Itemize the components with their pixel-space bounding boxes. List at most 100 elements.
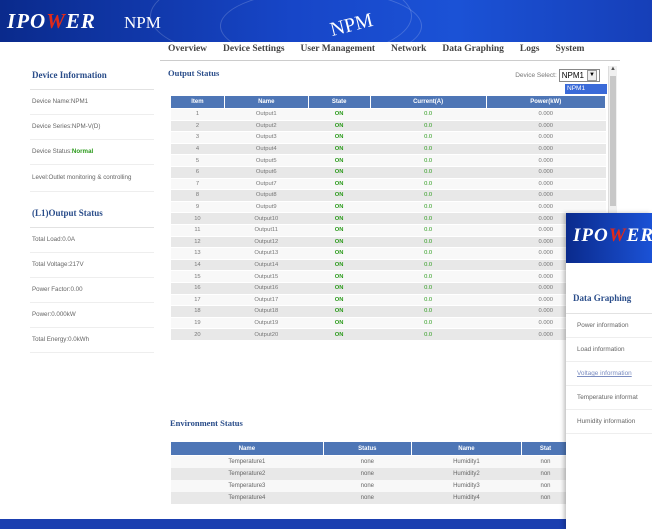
- item-cell: 13: [170, 247, 225, 260]
- item-cell: 17: [170, 294, 225, 307]
- table-row: 20 Output20 ON 0.0 0.000: [170, 328, 606, 341]
- nav-item-device-settings[interactable]: Device Settings: [215, 44, 292, 60]
- state-cell: ON: [308, 166, 371, 179]
- power-cell: 0.000: [486, 189, 606, 202]
- env-cell: none: [323, 455, 412, 468]
- data-graphing-item[interactable]: Voltage information: [566, 362, 652, 386]
- state-cell: ON: [308, 154, 371, 167]
- device-name: Device Name:NPM1: [30, 90, 154, 115]
- power-cell: 0.000: [486, 120, 606, 133]
- name-cell: Output6: [224, 166, 309, 179]
- name-cell: Output19: [224, 317, 309, 330]
- item-cell: 16: [170, 282, 225, 295]
- item-cell: 10: [170, 212, 225, 225]
- power: Power:0.000kW: [30, 303, 154, 328]
- state-cell: ON: [308, 236, 371, 249]
- item-cell: 8: [170, 189, 225, 202]
- current-cell: 0.0: [370, 131, 487, 144]
- state-cell: ON: [308, 189, 371, 202]
- state-cell: ON: [308, 108, 371, 121]
- nav-item-logs[interactable]: Logs: [512, 44, 548, 60]
- current-cell: 0.0: [370, 120, 487, 133]
- name-cell: Output12: [224, 236, 309, 249]
- name-cell: Output20: [224, 328, 309, 341]
- column-header: Current(A): [369, 95, 487, 109]
- state-cell: ON: [308, 120, 371, 133]
- total-energy: Total Energy:0.0kWh: [30, 328, 154, 353]
- state-cell: ON: [308, 270, 371, 283]
- current-cell: 0.0: [370, 224, 487, 237]
- device-select-dropdown[interactable]: NPM1 ▼: [558, 69, 600, 82]
- item-cell: 20: [170, 328, 225, 341]
- current-cell: 0.0: [370, 189, 487, 202]
- output-status-header: Output Status Device Select: NPM1 ▼: [168, 68, 608, 82]
- name-cell: Output16: [224, 282, 309, 295]
- data-graphing-item[interactable]: Load information: [566, 338, 652, 362]
- nav-item-data-graphing[interactable]: Data Graphing: [434, 44, 512, 60]
- item-cell: 2: [170, 120, 225, 133]
- data-graphing-item[interactable]: Temperature informat: [566, 386, 652, 410]
- environment-status-table: Name Status Name Stat Temperature1 none Humid…: [170, 441, 570, 504]
- data-graphing-item[interactable]: Humidity information: [566, 410, 652, 434]
- data-graphing-title: Data Graphing: [566, 263, 652, 314]
- item-cell: 7: [170, 178, 225, 191]
- total-voltage: Total Voltage:217V: [30, 253, 154, 278]
- current-cell: 0.0: [370, 247, 487, 260]
- item-cell: 6: [170, 166, 225, 179]
- env-cell: non: [521, 480, 570, 492]
- state-cell: ON: [308, 178, 371, 191]
- table-row: 14 Output14 ON 0.0 0.000: [170, 259, 606, 272]
- env-cell: non: [521, 468, 570, 480]
- nav-item-system[interactable]: System: [547, 44, 592, 60]
- data-graphing-item[interactable]: Power information: [566, 314, 652, 338]
- name-cell: Output2: [224, 120, 309, 133]
- item-cell: 11: [170, 224, 225, 237]
- current-cell: 0.0: [370, 201, 487, 214]
- nav-item-overview[interactable]: Overview: [160, 44, 215, 60]
- table-row: 4 Output4 ON 0.0 0.000: [170, 143, 606, 156]
- current-cell: 0.0: [370, 259, 487, 272]
- scrollbar-thumb[interactable]: [610, 76, 616, 206]
- name-cell: Output8: [224, 189, 309, 202]
- main-nav: Overview Device Settings User Management Ne…: [160, 44, 592, 60]
- current-cell: 0.0: [370, 305, 487, 318]
- state-cell: ON: [308, 294, 371, 307]
- device-select-label: Device Select:: [515, 72, 557, 79]
- table-row: 18 Output18 ON 0.0 0.000: [170, 305, 606, 318]
- name-cell: Output15: [224, 270, 309, 283]
- device-select-value: NPM1: [561, 71, 584, 80]
- state-cell: ON: [308, 131, 371, 144]
- env-cell: none: [323, 468, 412, 480]
- env-cell: Temperature1: [170, 455, 324, 468]
- device-select-option[interactable]: NPM1: [565, 84, 607, 94]
- name-cell: Output14: [224, 259, 309, 272]
- item-cell: 3: [170, 131, 225, 144]
- chevron-down-icon[interactable]: ▼: [587, 70, 597, 81]
- table-row: 9 Output9 ON 0.0 0.000: [170, 201, 606, 214]
- table-row: Temperature4 none Humidity4 non: [170, 492, 570, 504]
- scroll-up-icon[interactable]: ▲: [609, 66, 617, 74]
- current-cell: 0.0: [370, 236, 487, 249]
- nav-item-network[interactable]: Network: [383, 44, 434, 60]
- device-level: Level:Outlet monitoring & controlling: [30, 165, 154, 192]
- item-cell: 1: [170, 108, 225, 121]
- name-cell: Output3: [224, 131, 309, 144]
- banner-swirl: [220, 0, 422, 42]
- env-cell: none: [323, 492, 412, 504]
- nav-item-user-management[interactable]: User Management: [293, 44, 384, 60]
- current-cell: 0.0: [370, 282, 487, 295]
- state-cell: ON: [308, 282, 371, 295]
- env-cell: Humidity4: [411, 492, 522, 504]
- state-cell: ON: [308, 224, 371, 237]
- table-row: 11 Output11 ON 0.0 0.000: [170, 224, 606, 237]
- device-status-label: Device Status:: [32, 148, 72, 155]
- table-row: 19 Output19 ON 0.0 0.000: [170, 317, 606, 330]
- current-cell: 0.0: [370, 212, 487, 225]
- model-name: NPM: [124, 13, 161, 32]
- state-cell: ON: [308, 212, 371, 225]
- name-cell: Output4: [224, 143, 309, 156]
- output-status-table: Item Name State Current(A) Power(kW) 1 Output…: [170, 95, 607, 341]
- power-factor: Power Factor:0.00: [30, 278, 154, 303]
- device-status: Device Status:Normal: [30, 140, 154, 165]
- name-cell: Output1: [224, 108, 309, 121]
